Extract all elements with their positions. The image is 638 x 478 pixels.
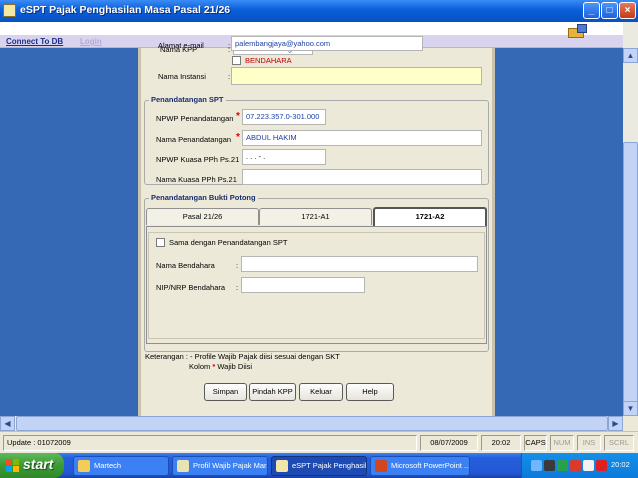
tray-arrow-icon[interactable] [531,460,542,471]
nama-bendahara-label: Nama Bendahara [156,261,215,270]
required-star: * [212,362,216,371]
nama-penandatangan-field[interactable]: ABDUL HAKIM [242,130,482,146]
taskbar-clock: 20:02 [611,460,630,469]
task-martech[interactable]: Martech [73,456,169,476]
windows-logo-icon [6,459,20,472]
sama-label: Sama dengan Penandatangan SPT [169,238,288,247]
scroll-left-icon[interactable]: ◀ [0,416,15,431]
vertical-scroll-thumb[interactable] [623,142,638,428]
espt-icon [276,460,288,472]
login-link[interactable]: Login [80,37,102,46]
npwp-penandatangan-label: NPWP Penandatangan [156,114,234,123]
email-field[interactable]: palembangjaya@yahoo.com [231,36,423,51]
close-button[interactable]: × [619,2,636,19]
status-bar: Update : 01072009 08/07/2009 20:02 CAPS … [0,431,638,453]
app-icon [3,4,16,17]
toolbar-folder-icon[interactable] [568,24,588,40]
npwp-kuasa-field[interactable]: . . . - . [242,149,326,165]
nama-instansi-field[interactable] [231,67,482,85]
status-caps: CAPS [524,435,547,451]
bukti-tab-strip: Pasal 21/26 1721-A1 1721-A2 [146,207,487,226]
tab-1721-a1[interactable]: 1721-A1 [259,208,372,225]
minimize-button[interactable]: _ [583,2,600,19]
connect-db-link[interactable]: Connect To DB [6,37,63,46]
status-scrl: SCRL [604,435,634,451]
pindah-kpp-button[interactable]: Pindah KPP [249,383,296,401]
nama-kuasa-field[interactable] [242,169,482,185]
tab-1721-a2[interactable]: 1721-A2 [373,207,487,226]
keterangan-wajib: Wajib Diisi [217,362,253,371]
horizontal-scroll-thumb[interactable] [16,416,608,431]
nama-bendahara-field[interactable] [241,256,478,272]
task-profil-wajib-pajak[interactable]: Profil Wajib Pajak Mar... [172,456,268,476]
bendahara-checkbox[interactable] [232,56,241,65]
keterangan-kolom: Kolom [189,362,211,371]
horizontal-scrollbar[interactable]: ◀ ▶ [0,416,623,431]
penandatangan-bukti-legend: Penandatangan Bukti Potong [149,193,258,202]
profile-form-content: Alamat e-mail : palembangjaya@yahoo.com … [141,0,492,411]
nama-instansi-label: Nama Instansi [158,72,206,81]
help-button[interactable]: Help [346,383,394,401]
scroll-right-icon[interactable]: ▶ [608,416,623,431]
nama-penandatangan-label: Nama Penandatangan [156,135,232,144]
tray-acrobat-icon[interactable] [596,460,607,471]
npwp-penandatangan-field[interactable]: 07.223.357.0-301.000 [242,109,326,125]
scroll-up-icon[interactable]: ▲ [623,48,638,63]
status-update: Update : 01072009 [3,435,417,451]
email-label: Alamat e-mail [158,41,204,50]
npwp-kuasa-label: NPWP Kuasa PPh Ps.21 [156,155,240,164]
nip-bendahara-field[interactable] [241,277,365,293]
scroll-down-icon[interactable]: ▼ [623,401,638,416]
status-date: 08/07/2009 [420,435,478,451]
nama-kuasa-label: Nama Kuasa PPh Ps.21 [156,175,237,184]
system-tray: 20:02 [521,453,638,478]
simpan-button[interactable]: Simpan [204,383,247,401]
start-button[interactable]: start [0,453,64,478]
tray-security-icon[interactable] [557,460,568,471]
scroll-corner [623,416,638,431]
bendahara-label: BENDAHARA [245,56,292,65]
keterangan-line-2: Kolom * Wajib Diisi [189,362,252,371]
keterangan-line-1: Keterangan : - Profile Wajib Pajak diisi… [145,352,340,361]
required-star: * [236,132,240,143]
status-time: 20:02 [481,435,521,451]
powerpoint-icon [375,460,387,472]
keluar-button[interactable]: Keluar [299,383,343,401]
folder-icon [78,460,90,472]
tab-pasal-21-26[interactable]: Pasal 21/26 [146,208,259,225]
task-espt[interactable]: eSPT Pajak Penghasil... [271,456,367,476]
start-label: start [23,456,54,472]
vertical-scrollbar[interactable]: ▲ ▼ [623,22,638,428]
tray-network-icon[interactable] [544,460,555,471]
required-star: * [236,111,240,122]
status-num: NUM [550,435,574,451]
maximize-button[interactable]: □ [601,2,618,19]
penandatangan-spt-legend: Penandatangan SPT [149,95,226,104]
tray-volume-icon[interactable] [583,460,594,471]
task-powerpoint[interactable]: Microsoft PowerPoint ... [370,456,470,476]
nip-bendahara-label: NIP/NRP Bendahara [156,283,226,292]
status-ins: INS [577,435,601,451]
app-window-icon [177,460,189,472]
taskbar: start Martech Profil Wajib Pajak Mar... … [0,453,638,478]
tray-antivirus-icon[interactable] [570,460,581,471]
sama-checkbox[interactable] [156,238,165,247]
